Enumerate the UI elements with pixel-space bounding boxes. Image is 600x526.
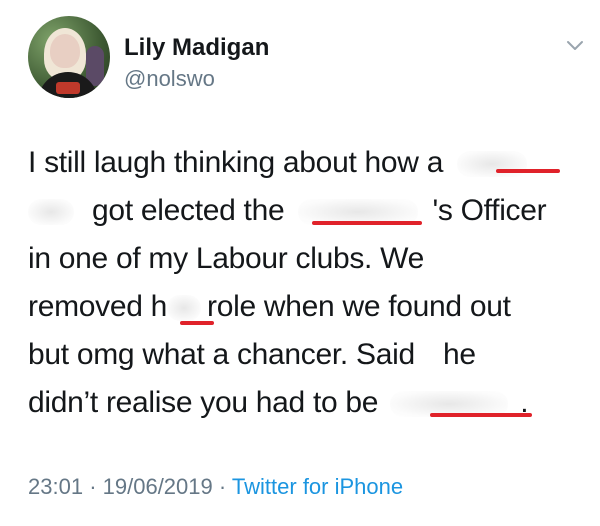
tweet-time[interactable]: 23:01: [28, 474, 83, 499]
tweet-line: in one of my Labour clubs. We: [28, 235, 588, 283]
tweet-text-segment: removed h: [28, 290, 168, 323]
tweet-source-link[interactable]: Twitter for iPhone: [232, 474, 403, 499]
red-underline: [430, 413, 532, 417]
avatar-shirt-print: [56, 82, 80, 94]
tweet-text-segment: but omg what a chancer. Said: [28, 338, 415, 371]
display-name[interactable]: Lily Madigan: [124, 34, 269, 62]
redacted-blur: [28, 199, 74, 226]
tweet-text-segment: didn’t realise you had to be: [28, 386, 379, 419]
red-underline: [180, 321, 214, 325]
tweet-line: got elected the 's Officer: [28, 187, 588, 235]
tweet-text-segment: I still laugh thinking about how a: [28, 146, 444, 179]
redacted-blur: [167, 295, 202, 322]
red-underline: [496, 169, 560, 173]
tweet-text-segment: got elected the: [92, 194, 285, 227]
tweet-line: I still laugh thinking about how a: [28, 139, 588, 187]
meta-separator: ·: [218, 474, 227, 499]
tweet-text-segment: role when we found out: [207, 290, 511, 323]
chevron-down-icon[interactable]: [564, 34, 586, 56]
redacted-blur: [457, 151, 528, 178]
tweet-date[interactable]: 19/06/2019: [103, 474, 213, 499]
tweet-meta: 23:01 · 19/06/2019 · Twitter for iPhone: [28, 474, 403, 500]
user-handle[interactable]: @nolswo: [124, 66, 215, 92]
avatar-face: [50, 34, 80, 68]
tweet-line: removed h role when we found out: [28, 283, 588, 331]
tweet-text-segment: he: [442, 338, 476, 371]
tweet: Lily Madigan @nolswo I still laugh think…: [0, 0, 600, 526]
tweet-text-segment: 's Officer: [432, 194, 547, 227]
avatar[interactable]: [28, 16, 110, 98]
tweet-line: but omg what a chancer. Said he: [28, 331, 588, 379]
tweet-line: didn’t realise you had to be .: [28, 379, 588, 427]
tweet-text: I still laugh thinking about how a got e…: [28, 139, 588, 427]
tweet-text-segment: in one of my Labour clubs. We: [28, 242, 424, 275]
red-underline: [312, 221, 422, 225]
meta-separator: ·: [89, 474, 97, 499]
